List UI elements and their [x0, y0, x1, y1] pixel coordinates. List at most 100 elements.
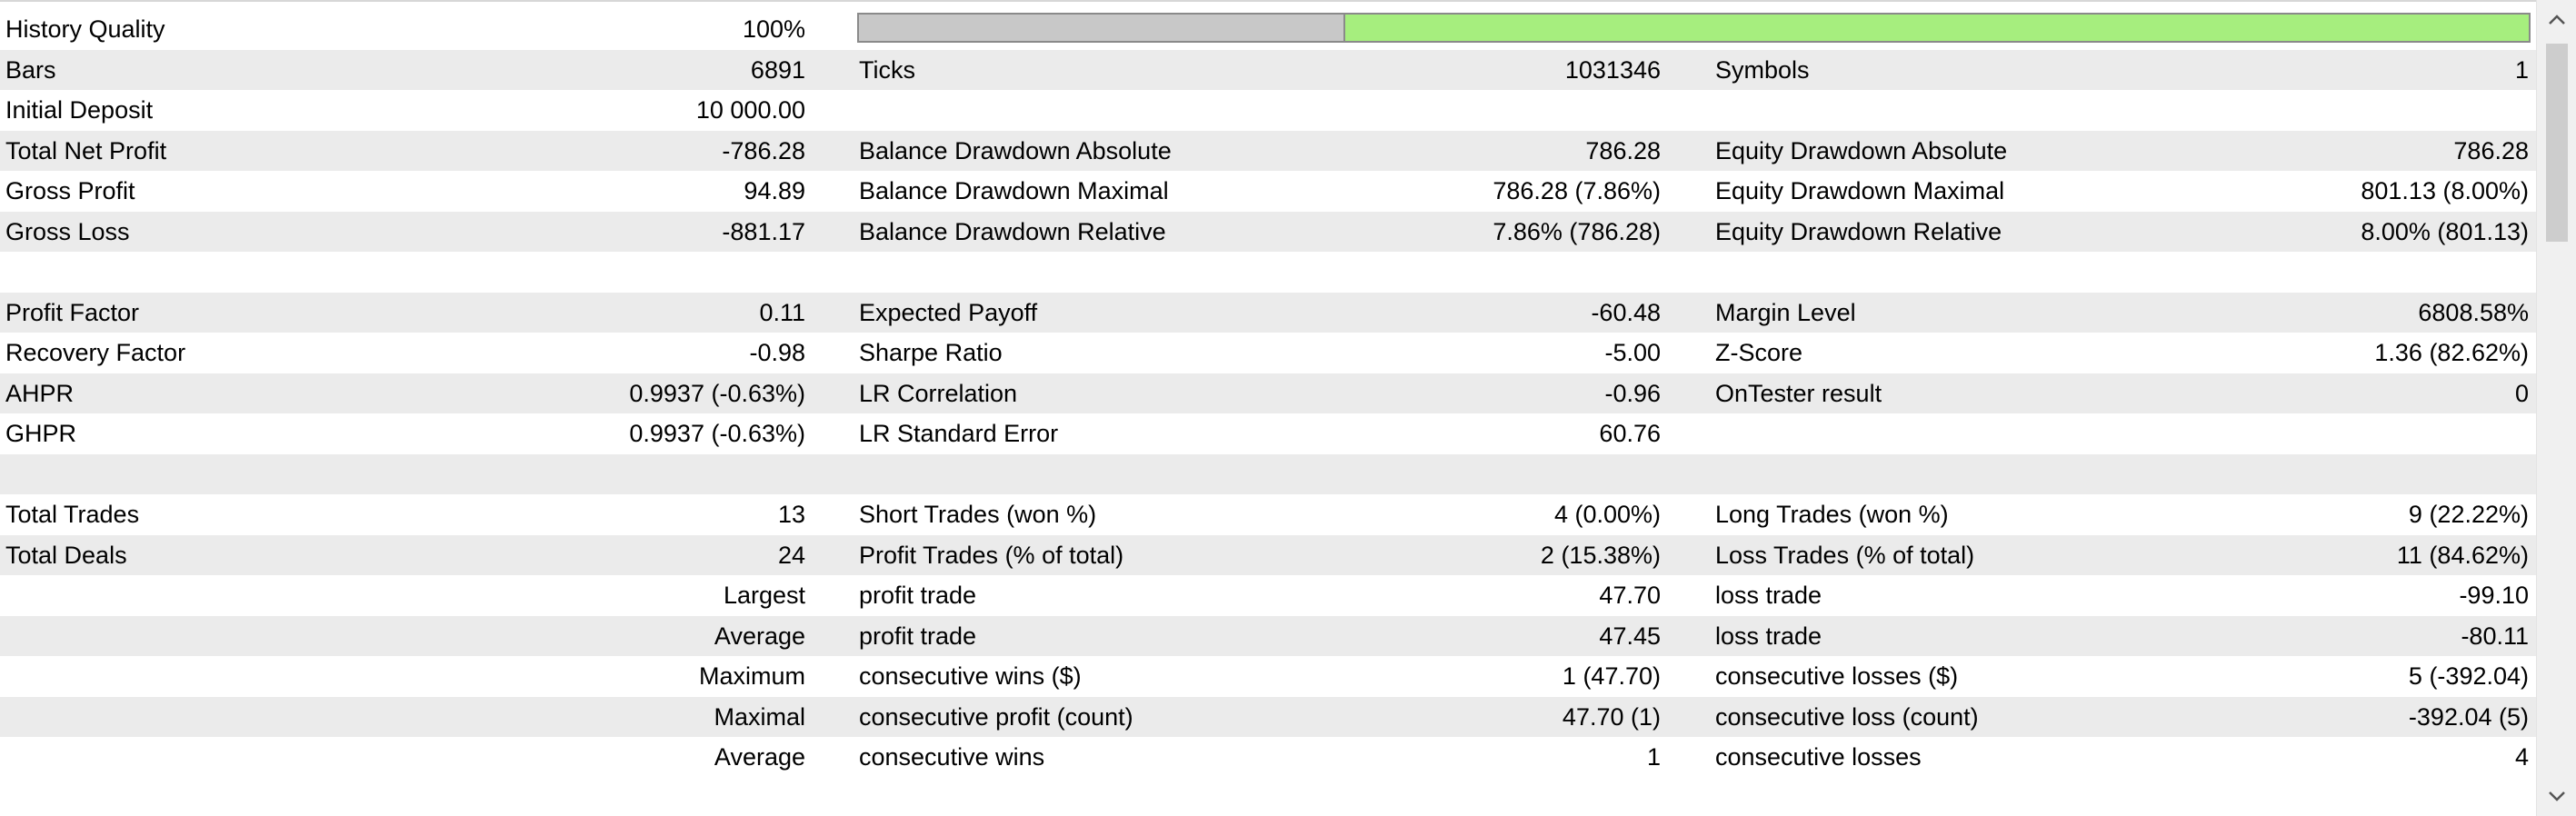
- report-row: Total Trades 13 Short Trades (won %) 4 (0.0…: [0, 494, 2536, 535]
- col2-value: 4 (0.00%): [1553, 501, 1661, 528]
- col1-value: 0.11: [759, 298, 805, 326]
- col3-value: 1: [2514, 55, 2529, 84]
- col1-label: Initial Deposit: [5, 96, 154, 124]
- col3-label: Long Trades (won %): [1715, 501, 1949, 528]
- col3-label: consecutive losses ($): [1715, 662, 1959, 690]
- history-quality-row: History Quality 100%: [0, 9, 2536, 50]
- report-row: [0, 252, 2536, 293]
- col1-value: 0.9937 (-0.63%): [629, 420, 805, 447]
- col2-label: consecutive profit (count): [859, 702, 1133, 731]
- col1-value: -786.28: [722, 136, 805, 164]
- col2-label: Balance Drawdown Maximal: [859, 177, 1169, 204]
- col1-right-label: Maximum: [698, 662, 805, 690]
- col1-right-label: Average: [714, 743, 805, 771]
- col2-value: 1 (47.70): [1562, 662, 1661, 690]
- col1-label: Total Deals: [5, 541, 127, 569]
- col2-label: LR Correlation: [859, 379, 1018, 407]
- col1-value: 0.9937 (-0.63%): [629, 379, 805, 407]
- col3-value: 5 (-392.04): [2408, 662, 2529, 690]
- col2-value: 47.70: [1599, 582, 1661, 609]
- col3-label: Loss Trades (% of total): [1715, 541, 1975, 569]
- col2-value: 47.45: [1599, 622, 1661, 650]
- report-row: [0, 453, 2536, 494]
- col3-value: 786.28: [2453, 136, 2529, 164]
- report-row: Profit Factor 0.11 Expected Payoff -60.48 Ma…: [0, 292, 2536, 333]
- col1-right-label: Average: [714, 622, 805, 650]
- top-divider: [0, 0, 2536, 2]
- col2-value: 47.70 (1): [1562, 702, 1661, 731]
- col3-value: -99.10: [2459, 582, 2529, 609]
- report-row: Total Deals 24 Profit Trades (% of total) 2…: [0, 534, 2536, 575]
- vertical-scrollbar[interactable]: [2536, 0, 2576, 816]
- col1-value: 10 000.00: [695, 96, 805, 124]
- history-quality-progress-bar: [857, 13, 2531, 43]
- col3-label: loss trade: [1715, 582, 1822, 609]
- col1-label: Total Trades: [5, 501, 140, 528]
- col3-label: Equity Drawdown Maximal: [1715, 177, 2005, 204]
- col1-value: 24: [777, 541, 805, 569]
- backtest-report-table: History Quality 100% Bars 6891 Ticks 103134…: [0, 9, 2536, 778]
- col1-label: Profit Factor: [5, 298, 140, 326]
- col1-value: 94.89: [744, 177, 805, 204]
- report-row: Gross Profit 94.89 Balance Drawdown Maxima…: [0, 171, 2536, 212]
- col3-value: 8.00% (801.13): [2361, 217, 2529, 245]
- report-row: Bars 6891 Ticks 1031346 Symbols 1: [0, 49, 2536, 90]
- col3-label: loss trade: [1715, 622, 1822, 650]
- col2-label: Profit Trades (% of total): [859, 541, 1124, 569]
- chevron-up-icon[interactable]: [2537, 0, 2576, 40]
- col2-label: consecutive wins: [859, 743, 1045, 771]
- col2-label: Balance Drawdown Absolute: [859, 136, 1172, 164]
- col2-value: 786.28 (7.86%): [1493, 177, 1661, 204]
- col3-value: 4: [2514, 743, 2529, 771]
- col3-value: 1.36 (82.62%): [2374, 339, 2529, 366]
- col2-label: Ticks: [859, 55, 915, 84]
- col2-value: 2 (15.38%): [1540, 541, 1661, 569]
- history-quality-value: 100%: [742, 15, 805, 43]
- col3-label: OnTester result: [1715, 379, 1882, 407]
- col1-value: 13: [777, 501, 805, 528]
- report-row: Recovery Factor -0.98 Sharpe Ratio -5.00 Z-S…: [0, 333, 2536, 373]
- col2-label: Expected Payoff: [859, 298, 1038, 326]
- report-row: Average consecutive wins 1 consecutive loss…: [0, 737, 2536, 778]
- report-row: GHPR 0.9937 (-0.63%) LR Standard Error 60.7…: [0, 413, 2536, 454]
- col2-value: 1031346: [1564, 55, 1661, 84]
- col2-label: Sharpe Ratio: [859, 339, 1003, 366]
- report-row: Gross Loss -881.17 Balance Drawdown Relati…: [0, 211, 2536, 252]
- history-quality-label: History Quality: [5, 15, 165, 43]
- col1-label: GHPR: [5, 420, 77, 447]
- col2-value: -0.96: [1604, 379, 1661, 407]
- col2-label: Balance Drawdown Relative: [859, 217, 1166, 245]
- col2-label: LR Standard Error: [859, 420, 1059, 447]
- col2-label: profit trade: [859, 582, 977, 609]
- col1-label: Recovery Factor: [5, 339, 186, 366]
- col3-value: 801.13 (8.00%): [2361, 177, 2529, 204]
- col3-label: Symbols: [1715, 55, 1810, 84]
- col1-value: 6891: [750, 55, 805, 84]
- col1-value: -0.98: [749, 339, 805, 366]
- col3-value: -80.11: [2461, 622, 2529, 650]
- chevron-down-icon[interactable]: [2537, 776, 2576, 816]
- col3-label: consecutive loss (count): [1715, 702, 1979, 731]
- col2-label: Short Trades (won %): [859, 501, 1097, 528]
- col3-label: Equity Drawdown Relative: [1715, 217, 2002, 245]
- col2-value: -5.00: [1604, 339, 1661, 366]
- col3-value: -392.04 (5): [2408, 702, 2529, 731]
- col3-value: 0: [2514, 379, 2529, 407]
- report-row: Largest profit trade 47.70 loss trade -99.10: [0, 575, 2536, 616]
- col2-label: consecutive wins ($): [859, 662, 1082, 690]
- col3-label: Z-Score: [1715, 339, 1803, 366]
- col2-value: 1: [1646, 743, 1661, 771]
- col3-value: 11 (84.62%): [2396, 541, 2529, 569]
- col3-label: Margin Level: [1715, 298, 1856, 326]
- report-row: Maximum consecutive wins ($) 1 (47.70) cons…: [0, 656, 2536, 697]
- report-row: Maximal consecutive profit (count) 47.70 (…: [0, 696, 2536, 737]
- col1-right-label: Maximal: [714, 702, 805, 731]
- scrollbar-thumb[interactable]: [2546, 44, 2568, 242]
- col1-label: Gross Profit: [5, 177, 135, 204]
- col1-label: AHPR: [5, 379, 75, 407]
- col3-label: consecutive losses: [1715, 743, 1922, 771]
- col1-right-label: Largest: [723, 582, 805, 609]
- report-row: Average profit trade 47.45 loss trade -80.11: [0, 615, 2536, 656]
- report-row: Initial Deposit 10 000.00: [0, 90, 2536, 131]
- col2-value: 786.28: [1585, 136, 1661, 164]
